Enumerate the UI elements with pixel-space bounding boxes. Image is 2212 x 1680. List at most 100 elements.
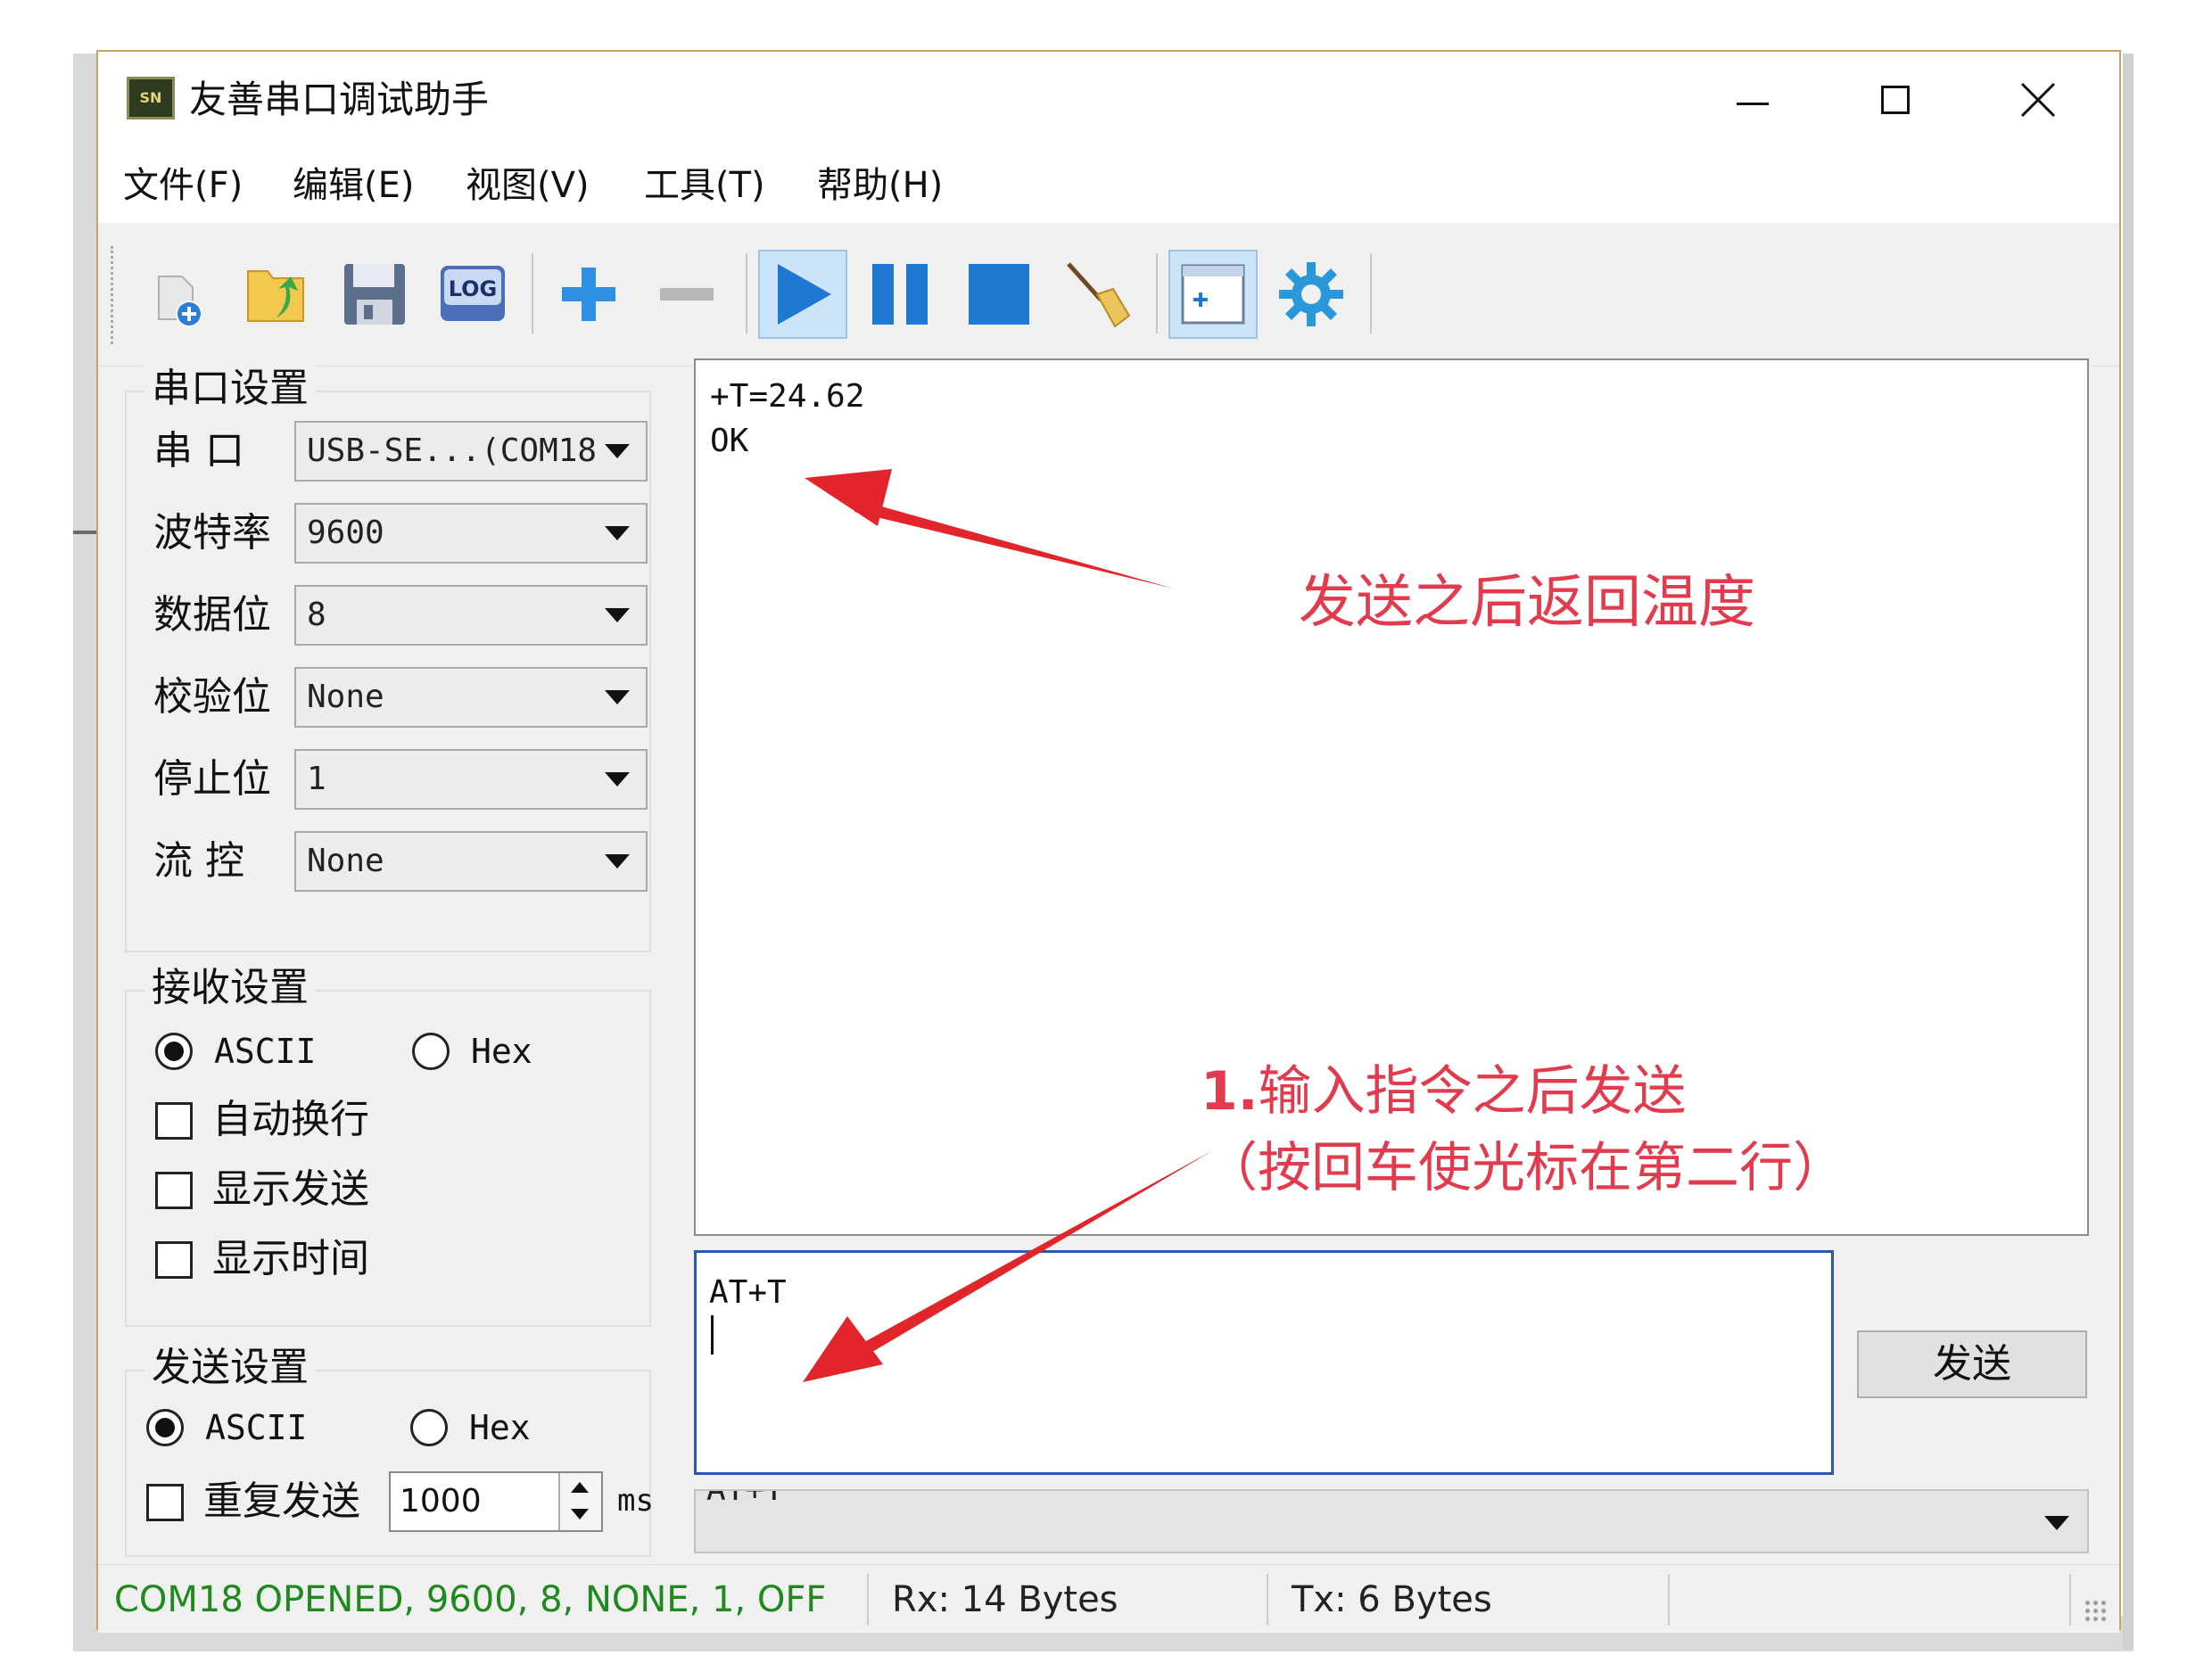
add-button[interactable] [544,250,633,339]
receive-line: OK [710,423,749,459]
baud-rate-value: 9600 [307,515,384,551]
port-select[interactable]: USB-SE...(COM18 [294,421,648,482]
dropdown-arrow-icon [605,526,630,540]
spin-down-arrow-icon[interactable] [571,1509,589,1519]
data-bits-select[interactable]: 8 [294,585,648,646]
show-sent-checkbox[interactable] [155,1172,193,1209]
port-select-value: USB-SE...(COM18 [307,432,598,469]
remove-icon [660,288,714,301]
toolbar-separator [1156,253,1158,334]
send-history-select[interactable]: AT+T [694,1489,2089,1553]
remove-button[interactable] [642,250,731,339]
dropdown-arrow-icon [605,854,630,869]
new-file-icon [158,276,202,327]
resize-grip[interactable] [2084,1599,2109,1624]
menu-help[interactable]: 帮助(H) [817,161,943,210]
port-label: 串 口 [153,428,244,474]
toolbar-grip[interactable] [111,246,118,344]
broom-icon [1067,262,1131,328]
close-icon [2020,82,2056,118]
receive-ascii-radio[interactable] [155,1033,193,1070]
toolbar: LOG [98,223,2119,366]
menu-edit[interactable]: 编辑(E) [293,161,414,210]
status-separator [2069,1574,2071,1626]
pause-icon [872,264,928,325]
menu-tools[interactable]: 工具(T) [644,161,765,210]
receive-hex-label: Hex [471,1032,532,1071]
baud-rate-select[interactable]: 9600 [294,503,648,564]
window-title: 友善串口调试助手 [189,78,490,121]
send-input-text: AT+T [709,1274,787,1311]
status-separator [1267,1574,1268,1626]
receive-line: +T=24.62 [710,378,865,415]
dropdown-arrow-icon [605,444,630,458]
menu-file[interactable]: 文件(F) [123,161,243,210]
receive-hex-radio[interactable] [412,1033,450,1070]
annotation-bottom-note: 1.输入指令之后发送 [1201,1056,1687,1127]
pause-button[interactable] [856,250,945,339]
tx-count: Tx: 6 Bytes [1292,1579,1492,1620]
stop-bits-select[interactable]: 1 [294,749,648,810]
open-folder-icon [247,270,304,322]
maximize-button[interactable] [1846,64,1944,136]
parity-value: None [307,679,384,715]
annotation-step-number: 1. [1201,1060,1259,1123]
maximize-icon [1881,86,1910,114]
open-button[interactable] [232,250,321,339]
interval-unit-label: ms [617,1483,654,1519]
log-button[interactable]: LOG [428,250,517,339]
new-window-button[interactable] [1168,250,1258,339]
send-settings-title: 发送设置 [144,1343,316,1393]
new-button[interactable] [134,250,223,339]
toolbar-separator [1370,253,1372,334]
send-button[interactable]: 发送 [1857,1330,2087,1398]
background-strip [2123,54,2134,1650]
save-button[interactable] [330,250,419,339]
close-button[interactable] [1989,64,2087,136]
stop-icon [969,264,1029,325]
run-button[interactable] [758,250,847,339]
dropdown-arrow-icon [605,690,630,704]
repeat-interval-stepper[interactable] [558,1473,601,1530]
show-time-checkbox[interactable] [155,1241,193,1279]
repeat-interval-input[interactable]: 1000 [389,1471,603,1532]
dropdown-arrow-icon [2044,1516,2069,1530]
show-time-label: 显示时间 [212,1236,369,1281]
stop-bits-value: 1 [307,761,326,797]
flow-control-select[interactable]: None [294,831,648,892]
repeat-interval-value: 1000 [400,1483,482,1519]
data-bits-value: 8 [307,597,326,633]
clear-button[interactable] [1052,250,1142,339]
data-bits-label: 数据位 [153,592,271,638]
parity-select[interactable]: None [294,667,648,728]
settings-button[interactable] [1267,250,1356,339]
status-separator [1668,1574,1670,1626]
repeat-send-label: 重复发送 [203,1478,360,1524]
stop-button[interactable] [954,250,1044,339]
send-ascii-radio[interactable] [146,1409,184,1446]
dropdown-arrow-icon [605,608,630,622]
status-separator [867,1574,869,1626]
auto-wrap-checkbox[interactable] [155,1102,193,1140]
send-text-input[interactable]: AT+T [694,1250,1834,1475]
dropdown-arrow-icon [605,772,630,786]
annotation-bottom-subnote: （按回车使光标在第二行） [1204,1137,1846,1199]
log-icon: LOG [441,266,505,321]
add-window-icon [1181,264,1245,325]
serial-settings-title: 串口设置 [144,364,316,414]
rx-count: Rx: 14 Bytes [892,1579,1118,1620]
auto-wrap-label: 自动换行 [212,1097,369,1142]
minimize-icon [1737,102,1769,105]
send-hex-radio[interactable] [410,1409,448,1446]
show-sent-label: 显示发送 [212,1166,369,1212]
flow-control-label: 流 控 [153,838,244,884]
menu-view[interactable]: 视图(V) [466,161,590,210]
add-icon [562,268,615,321]
status-bar: COM18 OPENED, 9600, 8, NONE, 1, OFF Rx: … [98,1564,2119,1633]
repeat-send-checkbox[interactable] [146,1484,184,1521]
minimize-button[interactable] [1704,64,1802,136]
annotation-step-text: 输入指令之后发送 [1258,1060,1687,1123]
spin-up-arrow-icon[interactable] [571,1482,589,1493]
parity-label: 校验位 [153,674,271,720]
baud-rate-label: 波特率 [153,510,271,556]
